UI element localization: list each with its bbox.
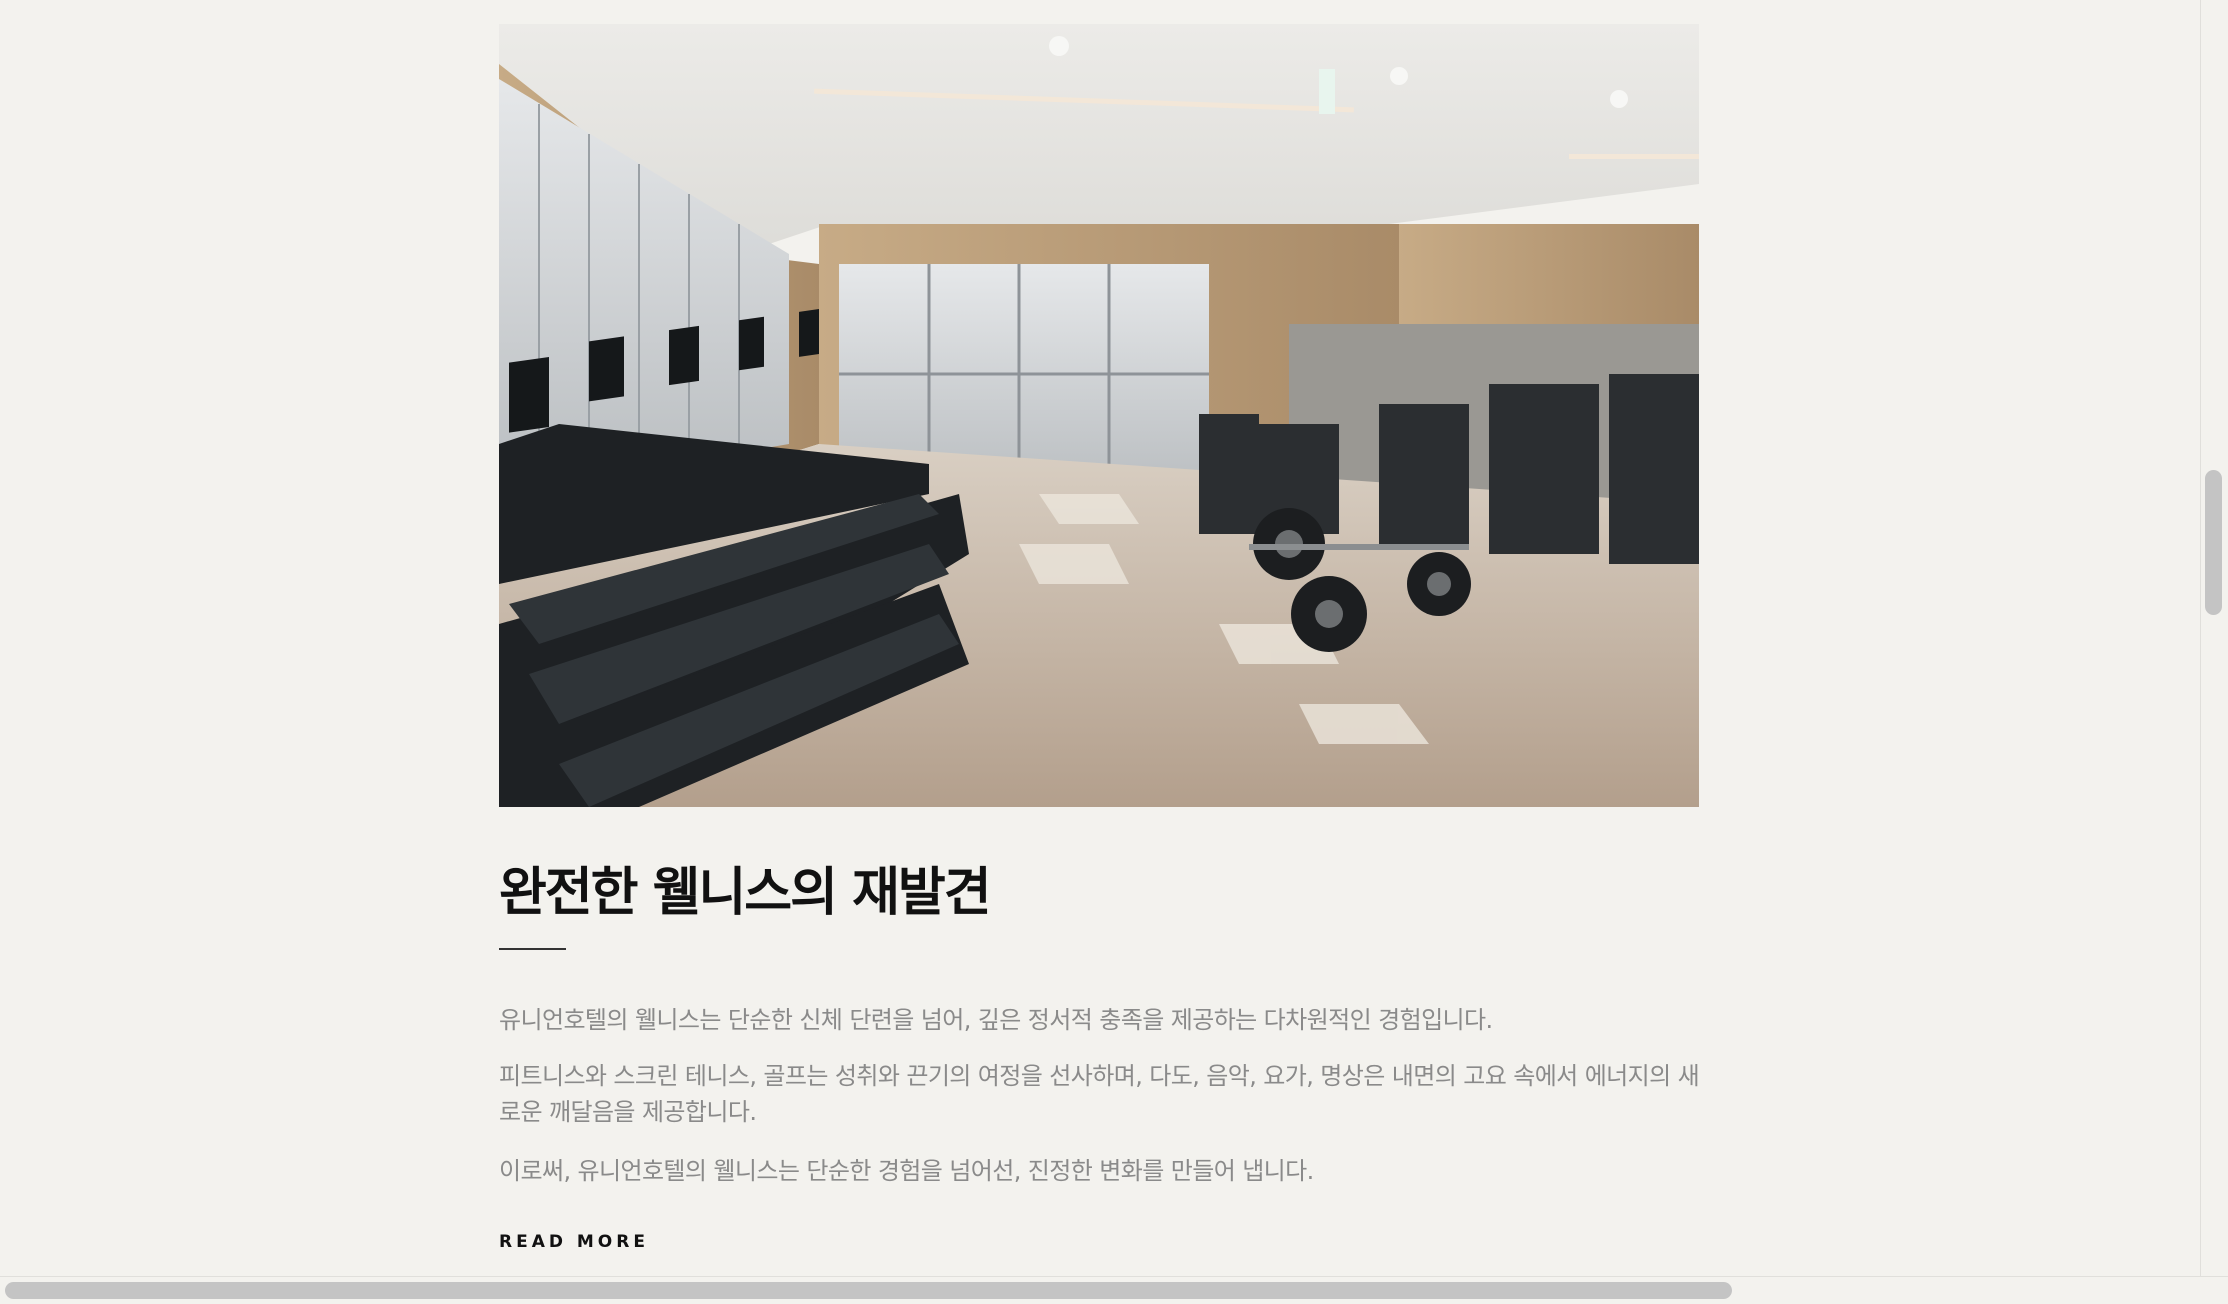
article-paragraph-3: 이로써, 유니언호텔의 웰니스는 단순한 경험을 넘어선, 진정한 변화를 만들… (499, 1157, 1314, 1185)
article-title: 완전한 웰니스의 재발견 (499, 863, 992, 923)
page: 완전한 웰니스의 재발견 유니언호텔의 웰니스는 단순한 신체 단련을 넘어, … (0, 0, 2228, 1304)
gym-photo-illustration (499, 24, 1699, 807)
read-more-link[interactable]: READ MORE (499, 1232, 649, 1252)
wellness-gym-image (499, 24, 1699, 807)
horizontal-scrollbar-thumb[interactable] (5, 1282, 1732, 1299)
title-divider (499, 948, 566, 950)
article-paragraph-1: 유니언호텔의 웰니스는 단순한 신체 단련을 넘어, 깊은 정서적 충족을 제공… (499, 1006, 1493, 1034)
vertical-scrollbar-track[interactable] (2200, 0, 2228, 1280)
article-paragraph-2: 피트니스와 스크린 테니스, 골프는 성취와 끈기의 여정을 선사하며, 다도,… (499, 1062, 1700, 1126)
vertical-scrollbar-thumb[interactable] (2205, 470, 2222, 615)
